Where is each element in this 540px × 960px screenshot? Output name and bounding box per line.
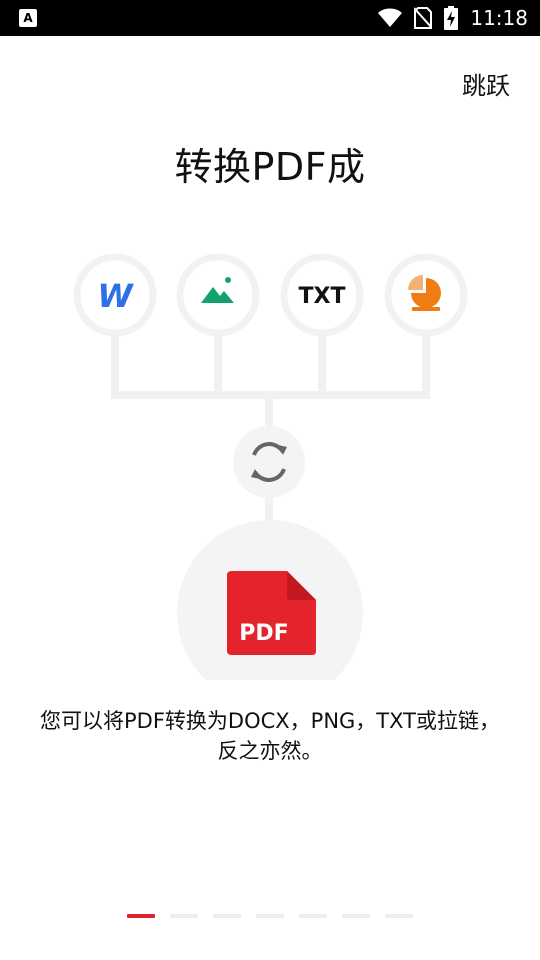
page-dot-6 [342, 914, 370, 918]
convert-node [233, 426, 305, 498]
page-title: 转换PDF成 [174, 145, 366, 189]
app-notification-icon: A [19, 9, 37, 27]
word-format: W [73, 253, 157, 337]
conversion-illustration: W TXT PDF [73, 253, 468, 680]
pdf-node: PDF [177, 520, 363, 680]
description-text: 您可以将PDF转换为DOCX，PNG，TXT或拉链，反之亦然。 [40, 709, 500, 763]
page-dot-2 [170, 914, 198, 918]
pdf-label: PDF [239, 621, 288, 646]
wifi-icon [378, 8, 403, 27]
page-dot-4 [256, 914, 284, 918]
status-bar: A 11:18 [0, 0, 540, 36]
page-dot-5 [299, 914, 327, 918]
image-format [176, 253, 260, 337]
page-indicator [0, 914, 540, 918]
word-icon: W [97, 277, 134, 315]
status-time: 11:18 [470, 6, 528, 30]
presentation-format [384, 253, 468, 337]
txt-icon: TXT [299, 284, 346, 309]
svg-text:A: A [23, 11, 33, 25]
txt-format: TXT [280, 253, 364, 337]
page-dot-3 [213, 914, 241, 918]
skip-button[interactable]: 跳跃 [462, 66, 510, 101]
page-dot-1 [127, 914, 155, 918]
battery-charging-icon [444, 6, 459, 30]
no-sim-icon [414, 7, 433, 29]
page-dot-7 [385, 914, 413, 918]
